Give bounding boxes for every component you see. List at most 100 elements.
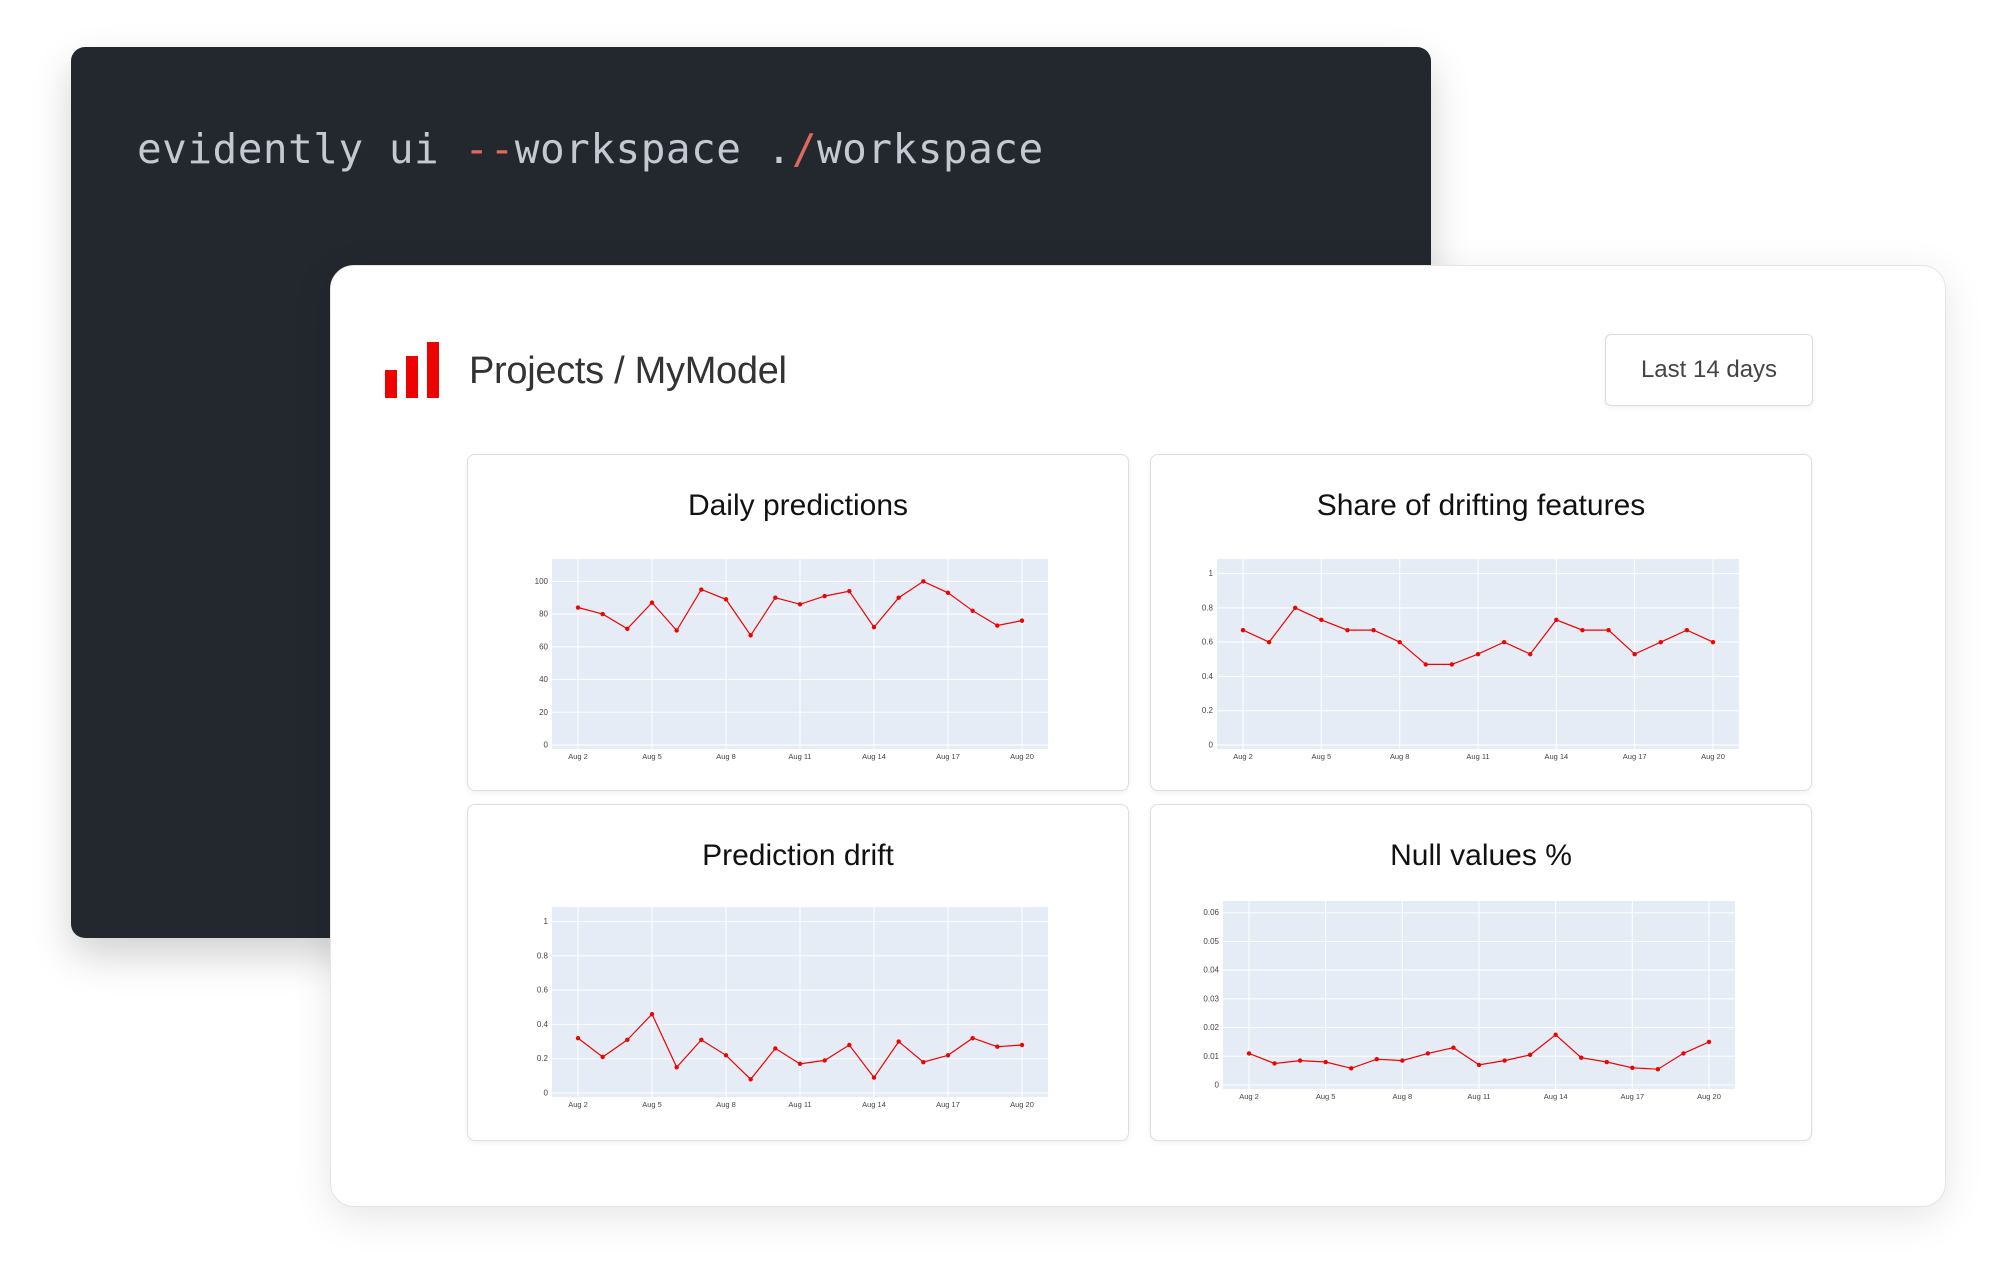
x-tick-label: Aug 20 <box>1010 752 1034 761</box>
data-point <box>649 600 655 605</box>
data-point <box>748 1077 753 1082</box>
data-point <box>1527 1052 1533 1058</box>
data-point <box>995 623 1000 628</box>
command-prefix: evidently ui <box>137 125 465 173</box>
x-tick-label: Aug 14 <box>1544 752 1568 761</box>
data-point <box>575 1035 581 1041</box>
data-point <box>1580 627 1585 633</box>
data-point <box>1240 627 1246 633</box>
data-point <box>1371 627 1376 633</box>
data-point <box>1449 662 1455 667</box>
y-tick-label: 0 <box>544 741 549 750</box>
chart-plot: 0 0.2 0.4 0.6 0.8 1 Aug 2 Aug 5 Aug 8 Aug 11 Aug 1… <box>537 907 1048 1109</box>
command-flag: workspace . <box>514 125 792 173</box>
y-tick-label: 0 <box>544 1089 549 1098</box>
data-point <box>1706 1039 1712 1045</box>
x-tick-label: Aug 17 <box>1623 752 1647 761</box>
data-point <box>748 633 753 638</box>
data-point <box>723 597 729 602</box>
data-point <box>674 628 679 633</box>
data-point <box>575 605 581 610</box>
x-tick-label: Aug 20 <box>1697 1092 1721 1101</box>
data-point <box>847 588 852 594</box>
y-tick-label: 0.2 <box>1202 706 1214 715</box>
data-point <box>1423 662 1428 667</box>
chart-card-share-of-drifting-features: Share of drifting features 0 0.2 0.4 0.6 0.8… <box>1150 454 1812 791</box>
data-point <box>945 590 951 596</box>
data-point <box>1272 1061 1277 1066</box>
data-point <box>1528 651 1533 657</box>
command-flag-dashes: -- <box>464 125 515 173</box>
data-point <box>1554 617 1559 623</box>
data-point <box>1019 1042 1025 1048</box>
x-tick-label: Aug 8 <box>1390 752 1410 761</box>
x-tick-label: Aug 2 <box>1233 752 1253 761</box>
y-tick-label: 1 <box>1209 569 1214 578</box>
data-point <box>699 587 704 592</box>
data-point <box>625 626 630 632</box>
x-tick-label: Aug 20 <box>1010 1100 1034 1109</box>
chart-card-null-values: Null values % 0 0.01 0.02 0.03 0.04 0.05 0.06 A… <box>1150 804 1812 1141</box>
data-point <box>1323 1059 1328 1065</box>
data-point <box>1684 627 1690 633</box>
x-tick-label: Aug 5 <box>642 752 662 761</box>
x-tick-label: Aug 5 <box>1316 1092 1336 1101</box>
data-point <box>921 1059 926 1065</box>
data-point <box>822 1058 827 1063</box>
y-tick-label: 20 <box>539 708 548 717</box>
x-tick-label: Aug 11 <box>1467 1092 1490 1101</box>
y-tick-label: 0 <box>1215 1081 1220 1090</box>
x-tick-label: Aug 5 <box>1312 752 1332 761</box>
data-point <box>1502 1058 1507 1063</box>
chart-card-daily-predictions: Daily predictions 0 20 40 60 80 100 Aug 2 Aug 5… <box>467 454 1129 791</box>
data-point <box>1710 639 1716 645</box>
x-tick-label: Aug 17 <box>936 752 960 761</box>
data-point <box>797 602 803 607</box>
data-point <box>1293 605 1298 611</box>
x-tick-label: Aug 17 <box>936 1100 960 1109</box>
y-tick-label: 0.2 <box>537 1054 549 1063</box>
data-point <box>1400 1058 1405 1063</box>
data-point <box>921 579 926 584</box>
data-point <box>1246 1051 1252 1056</box>
data-point <box>674 1065 679 1070</box>
x-tick-label: Aug 5 <box>642 1100 662 1109</box>
y-tick-label: 0.4 <box>1202 672 1214 681</box>
data-point <box>1632 651 1637 657</box>
date-range-button[interactable]: Last 14 days <box>1605 334 1813 406</box>
data-point <box>871 1075 877 1080</box>
data-point <box>970 608 975 614</box>
data-point <box>1475 651 1481 657</box>
data-point <box>625 1037 630 1043</box>
chart-plot: 0 0.2 0.4 0.6 0.8 1 Aug 2 Aug 5 Aug 8 Aug 11 Aug 1… <box>1202 559 1739 761</box>
y-tick-label: 0.02 <box>1203 1023 1219 1032</box>
y-tick-label: 0.6 <box>537 986 549 995</box>
data-point <box>1266 639 1272 645</box>
y-tick-label: 60 <box>539 642 548 651</box>
data-point <box>970 1035 975 1041</box>
x-tick-label: Aug 2 <box>1239 1092 1259 1101</box>
data-point <box>1451 1045 1456 1050</box>
y-tick-label: 0.06 <box>1203 908 1219 917</box>
data-point <box>995 1044 1000 1049</box>
data-point <box>945 1053 951 1058</box>
data-point <box>1319 617 1324 623</box>
y-tick-label: 0.03 <box>1203 994 1219 1003</box>
y-tick-label: 1 <box>544 917 549 926</box>
data-point <box>1630 1065 1635 1070</box>
x-tick-label: Aug 8 <box>716 752 736 761</box>
data-point <box>822 593 827 599</box>
x-tick-label: Aug 14 <box>862 752 886 761</box>
data-point <box>896 1039 901 1044</box>
data-point <box>1655 1067 1661 1072</box>
terminal-command: evidently ui --workspace ./workspace <box>137 125 1044 173</box>
data-point <box>1297 1058 1303 1063</box>
data-point <box>1476 1062 1482 1068</box>
data-point <box>871 624 877 630</box>
y-tick-label: 0.6 <box>1202 638 1214 647</box>
data-point <box>1658 639 1663 645</box>
bar-chart-logo-icon <box>385 342 439 398</box>
data-point <box>649 1011 655 1017</box>
chart-plot: 0 20 40 60 80 100 Aug 2 Aug 5 Aug 8 Aug 11 Aug 14 A… <box>535 559 1048 761</box>
chart-plot: 0 0.01 0.02 0.03 0.04 0.05 0.06 Aug 2 Aug 5 Aug 8… <box>1203 901 1735 1101</box>
